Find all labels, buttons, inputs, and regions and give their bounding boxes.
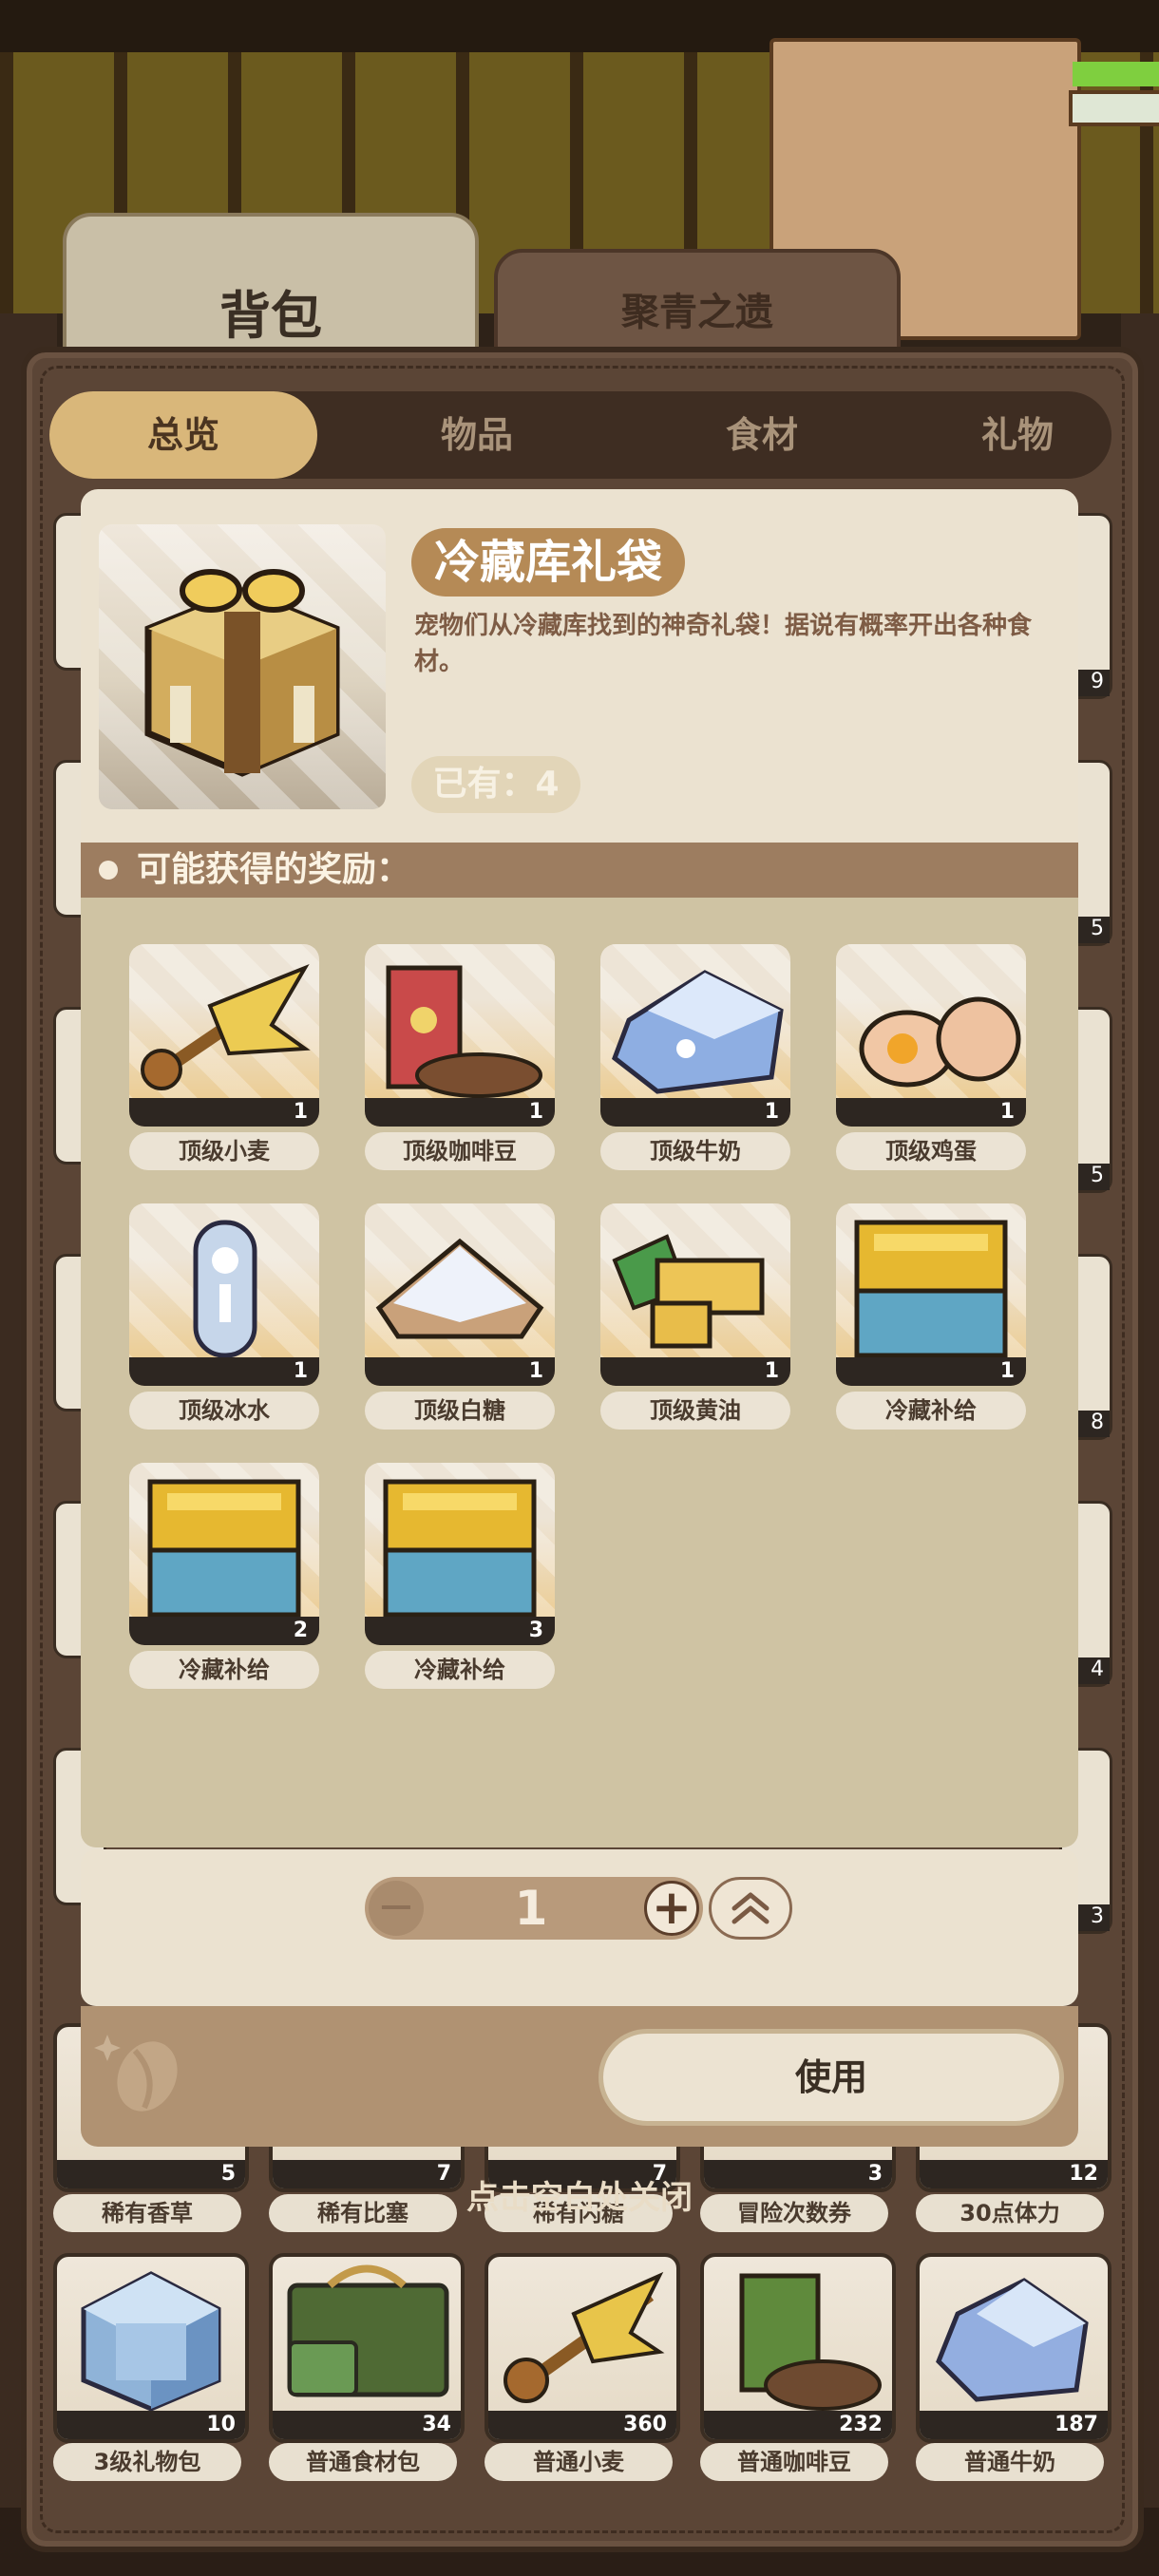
reward-label: 顶级白糖 (365, 1392, 555, 1430)
reward-card[interactable]: 1 (129, 1203, 319, 1386)
backpack-card[interactable]: 360 (484, 2253, 680, 2443)
reward-label: 冷藏补给 (365, 1651, 555, 1689)
reward-count: 1 (836, 1357, 1026, 1386)
reward-label: 顶级咖啡豆 (365, 1132, 555, 1170)
butter-icon (612, 1234, 765, 1349)
coffee-bean-icon (739, 2273, 882, 2411)
tab-ingredients[interactable]: 食材 (638, 391, 885, 479)
use-button[interactable]: 使用 (598, 2029, 1064, 2126)
backpack-card[interactable]: 232 (700, 2253, 896, 2443)
reward-count: 1 (129, 1098, 319, 1127)
gift-bag-icon (144, 569, 340, 777)
cold-supply-icon (147, 1479, 301, 1617)
backpack-item-label: 3级礼物包 (53, 2443, 241, 2481)
reward-card[interactable]: 1 (836, 944, 1026, 1127)
reward-count: 1 (836, 1098, 1026, 1127)
reward-count: 1 (600, 1098, 790, 1127)
egg-icon (859, 996, 1021, 1088)
ice-water-icon (193, 1220, 257, 1357)
item-image-frame (99, 524, 386, 809)
reward-label: 顶级小麦 (129, 1132, 319, 1170)
reward-card[interactable]: 2 (129, 1463, 319, 1645)
item-count: 34 (273, 2411, 461, 2439)
wheat-icon (504, 2271, 665, 2403)
item-count: 232 (704, 2411, 892, 2439)
double-chevron-up-icon (732, 1892, 770, 1924)
tab-legacy-label: 聚青之遗 (621, 291, 773, 334)
item-count: 187 (920, 2411, 1108, 2439)
backpack-card[interactable]: 10 (53, 2253, 249, 2443)
reward-label: 顶级鸡蛋 (836, 1132, 1026, 1170)
reward-card[interactable]: 1 (365, 1203, 555, 1386)
owned-count-badge: 已有：4 (411, 756, 580, 813)
reward-count: 1 (365, 1357, 555, 1386)
reward-label: 冷藏补给 (129, 1651, 319, 1689)
max-quantity-button[interactable] (709, 1877, 792, 1940)
item-name: 冷藏库礼袋 (411, 528, 686, 597)
reward-label: 顶级冰水 (129, 1392, 319, 1430)
reward-card[interactable]: 1 (600, 944, 790, 1127)
backpack-card[interactable]: 34 (269, 2253, 465, 2443)
bullet-icon (99, 861, 118, 880)
coffee-bean-watermark-icon (94, 2035, 178, 2112)
reward-count: 3 (365, 1617, 555, 1645)
item-count: 10 (57, 2411, 245, 2439)
reward-label: 冷藏补给 (836, 1392, 1026, 1430)
category-tabs: 总览 物品 食材 礼物 (49, 391, 1112, 479)
milk-icon (936, 2278, 1089, 2402)
reward-card[interactable]: 1 (836, 1203, 1026, 1386)
scene-status-bar (1069, 62, 1159, 126)
reward-card[interactable]: 3 (365, 1463, 555, 1645)
milk-icon (612, 970, 784, 1094)
backpack-item-label: 普通咖啡豆 (700, 2443, 888, 2481)
backpack-item-label: 普通食材包 (269, 2443, 457, 2481)
sugar-icon (375, 1238, 544, 1339)
cold-supply-icon (383, 1479, 537, 1617)
ingredient-bag-icon (287, 2264, 449, 2397)
minus-button[interactable]: − (369, 1881, 424, 1936)
backpack-item-label: 普通牛奶 (916, 2443, 1104, 2481)
cold-supply-icon (854, 1220, 1008, 1357)
backpack-card[interactable]: 187 (916, 2253, 1112, 2443)
close-hint[interactable]: 点击空白处关闭 (0, 2171, 1159, 2218)
reward-card[interactable]: 1 (600, 1203, 790, 1386)
reward-card[interactable]: 1 (129, 944, 319, 1127)
reward-count: 1 (129, 1357, 319, 1386)
wheat-icon (141, 963, 311, 1090)
backpack-item-label: 普通小麦 (484, 2443, 673, 2481)
tab-overview[interactable]: 总览 (49, 391, 317, 479)
tab-backpack-label: 背包 (219, 286, 322, 346)
item-count: 360 (488, 2411, 676, 2439)
coffee-bean-icon (386, 965, 542, 1098)
item-description: 宠物们从冷藏库找到的神奇礼袋！据说有概率开出各种食材。 (414, 612, 1033, 676)
tab-gifts[interactable]: 礼物 (923, 391, 1112, 479)
reward-card[interactable]: 1 (365, 944, 555, 1127)
tab-items[interactable]: 物品 (353, 391, 600, 479)
gift-cube-icon (81, 2271, 221, 2411)
plus-button[interactable]: + (644, 1881, 699, 1936)
reward-label: 顶级黄油 (600, 1392, 790, 1430)
reward-count: 2 (129, 1617, 319, 1645)
rewards-title: 可能获得的奖励： (137, 850, 411, 889)
reward-count: 1 (600, 1357, 790, 1386)
reward-label: 顶级牛奶 (600, 1132, 790, 1170)
reward-count: 1 (365, 1098, 555, 1127)
quantity-value: 1 (514, 1881, 548, 1936)
